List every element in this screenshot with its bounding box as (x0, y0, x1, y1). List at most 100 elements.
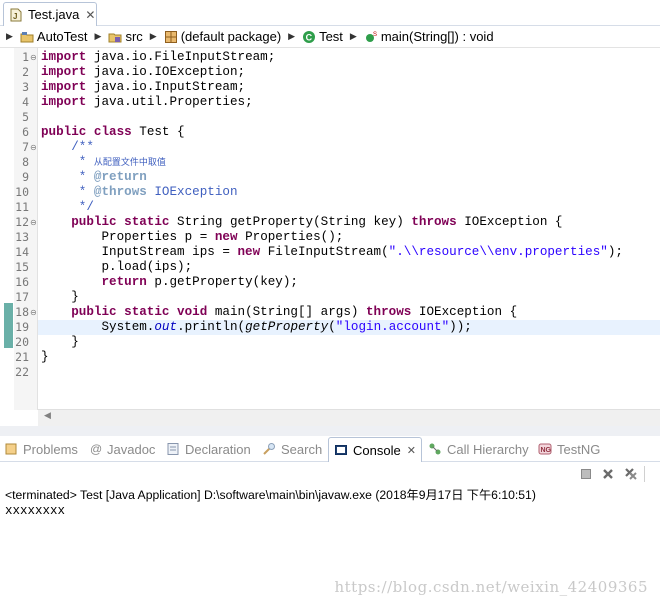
fold-toggle[interactable]: ⊖ (30, 50, 38, 65)
call-hierarchy-icon (428, 442, 442, 456)
line-number: 17 (15, 290, 29, 304)
keyword: throws (366, 305, 412, 319)
code-line: * @return (38, 170, 660, 185)
code-text: ( (328, 320, 336, 334)
code-line: public static void main(String[] args) t… (38, 305, 660, 320)
tab-testng[interactable]: NG TestNG (538, 436, 600, 462)
code-text: Properties p = (41, 230, 215, 244)
line-number: 19 (15, 320, 29, 334)
svg-text:NG: NG (541, 447, 552, 454)
testng-icon: NG (538, 442, 552, 456)
declaration-icon (166, 442, 180, 456)
keyword: import (41, 65, 87, 79)
breadcrumb-label: AutoTest (36, 29, 88, 44)
breadcrumb-item-src[interactable]: src (108, 26, 143, 48)
line-number: 8 (22, 155, 29, 169)
code-line: public class Test { (38, 125, 660, 140)
chevron-right-icon[interactable]: ▶ (95, 32, 102, 42)
code-line: return p.getProperty(key); (38, 275, 660, 290)
problems-icon (4, 442, 18, 456)
line-number: 9 (22, 170, 29, 184)
svg-text:S: S (373, 32, 377, 38)
chevron-right-icon[interactable]: ▶ (6, 32, 13, 42)
keyword: import (41, 80, 87, 94)
keyword: return (101, 275, 147, 289)
code-line: p.load(ips); (38, 260, 660, 275)
tab-call-hierarchy[interactable]: Call Hierarchy (428, 436, 529, 462)
keyword: new (214, 230, 238, 244)
tab-console[interactable]: Console ✕ (328, 437, 422, 462)
watermark: https://blog.csdn.net/weixin_42409365 (334, 578, 648, 596)
chevron-right-icon[interactable]: ▶ (150, 32, 157, 42)
console-process-label: <terminated> Test [Java Application] D:\… (5, 488, 536, 502)
string-literal: ".\\resource\\env.properties" (388, 245, 608, 259)
code-text: InputStream ips = (41, 245, 238, 259)
code-text: java.io.IOException; (86, 65, 246, 79)
code-text-area[interactable]: import java.io.FileInputStream; import j… (38, 48, 660, 410)
code-text: main(String[] args) (207, 305, 366, 319)
tab-label: Javadoc (107, 441, 156, 457)
console-output[interactable]: xxxxxxxx (5, 504, 65, 518)
code-line: * @throws IOException (38, 185, 660, 200)
close-icon[interactable]: ✕ (85, 8, 95, 22)
source-folder-icon (108, 30, 122, 44)
static-method-call: getProperty (245, 320, 329, 334)
code-text: } (41, 350, 49, 364)
string-literal: "login.account" (335, 320, 450, 334)
breadcrumb-item-package[interactable]: (default package) (164, 26, 281, 48)
tab-javadoc[interactable]: @ Javadoc (90, 436, 155, 462)
line-number: 7 (22, 140, 29, 154)
code-line: import java.io.InputStream; (38, 80, 660, 95)
terminate-icon[interactable] (578, 466, 594, 482)
javadoc-icon: @ (90, 442, 103, 456)
code-line: } (38, 290, 660, 305)
remove-launch-icon[interactable] (600, 466, 616, 482)
code-editor[interactable]: 1 2 3 4 5 6 7 8 9 10 11 12 13 14 15 16 1… (0, 48, 660, 426)
code-line: public static String getProperty(String … (38, 215, 660, 230)
breadcrumb-item-class[interactable]: C Test (302, 26, 343, 48)
chevron-right-icon[interactable]: ▶ (350, 32, 357, 42)
tab-label: Problems (23, 441, 78, 457)
breadcrumb-item-project[interactable]: AutoTest (20, 26, 88, 48)
code-text: } (41, 335, 79, 349)
horizontal-scrollbar[interactable]: ◀ (38, 409, 660, 426)
code-text: .println( (177, 320, 246, 334)
close-icon[interactable]: ✕ (407, 444, 416, 457)
tab-declaration[interactable]: Declaration (166, 436, 251, 462)
fold-toggle[interactable]: ⊖ (30, 215, 38, 230)
code-text: java.io.FileInputStream; (86, 50, 276, 64)
tab-search[interactable]: Search (262, 436, 322, 462)
breadcrumb-label: (default package) (180, 29, 282, 44)
line-number: 14 (15, 245, 29, 259)
keyword: throws (411, 215, 457, 229)
javadoc-text: /** (41, 140, 94, 154)
editor-tab-strip: J Test.java ✕ (0, 0, 660, 26)
console-toolbar (0, 462, 660, 484)
line-number: 20 (15, 335, 29, 349)
line-number: 18 (15, 305, 29, 319)
fold-toggle[interactable]: ⊖ (30, 305, 38, 320)
tab-label: Console (353, 442, 401, 458)
editor-tab-test-java[interactable]: J Test.java ✕ (3, 2, 97, 26)
code-text: p.getProperty(key); (146, 275, 298, 289)
javadoc-tag: @throws (93, 185, 147, 199)
remove-all-terminated-icon[interactable] (623, 466, 639, 482)
console-icon (334, 443, 348, 457)
code-text: IOException { (456, 215, 563, 229)
scroll-left-icon[interactable]: ◀ (44, 411, 51, 421)
code-text: java.io.InputStream; (86, 80, 246, 94)
breadcrumb-item-method[interactable]: S main(String[]) : void (364, 26, 494, 48)
javadoc-text: * (41, 155, 94, 169)
tab-problems[interactable]: Problems (4, 436, 78, 462)
fold-toggle[interactable]: ⊖ (30, 140, 38, 155)
editor-tab-label: Test.java (28, 7, 80, 22)
svg-text:C: C (306, 32, 313, 42)
panel-divider[interactable] (0, 426, 660, 436)
code-line: */ (38, 200, 660, 215)
tab-label: Search (281, 441, 323, 457)
tab-label: Declaration (185, 441, 251, 457)
line-number: 1 (22, 50, 29, 64)
chevron-right-icon[interactable]: ▶ (288, 32, 295, 42)
